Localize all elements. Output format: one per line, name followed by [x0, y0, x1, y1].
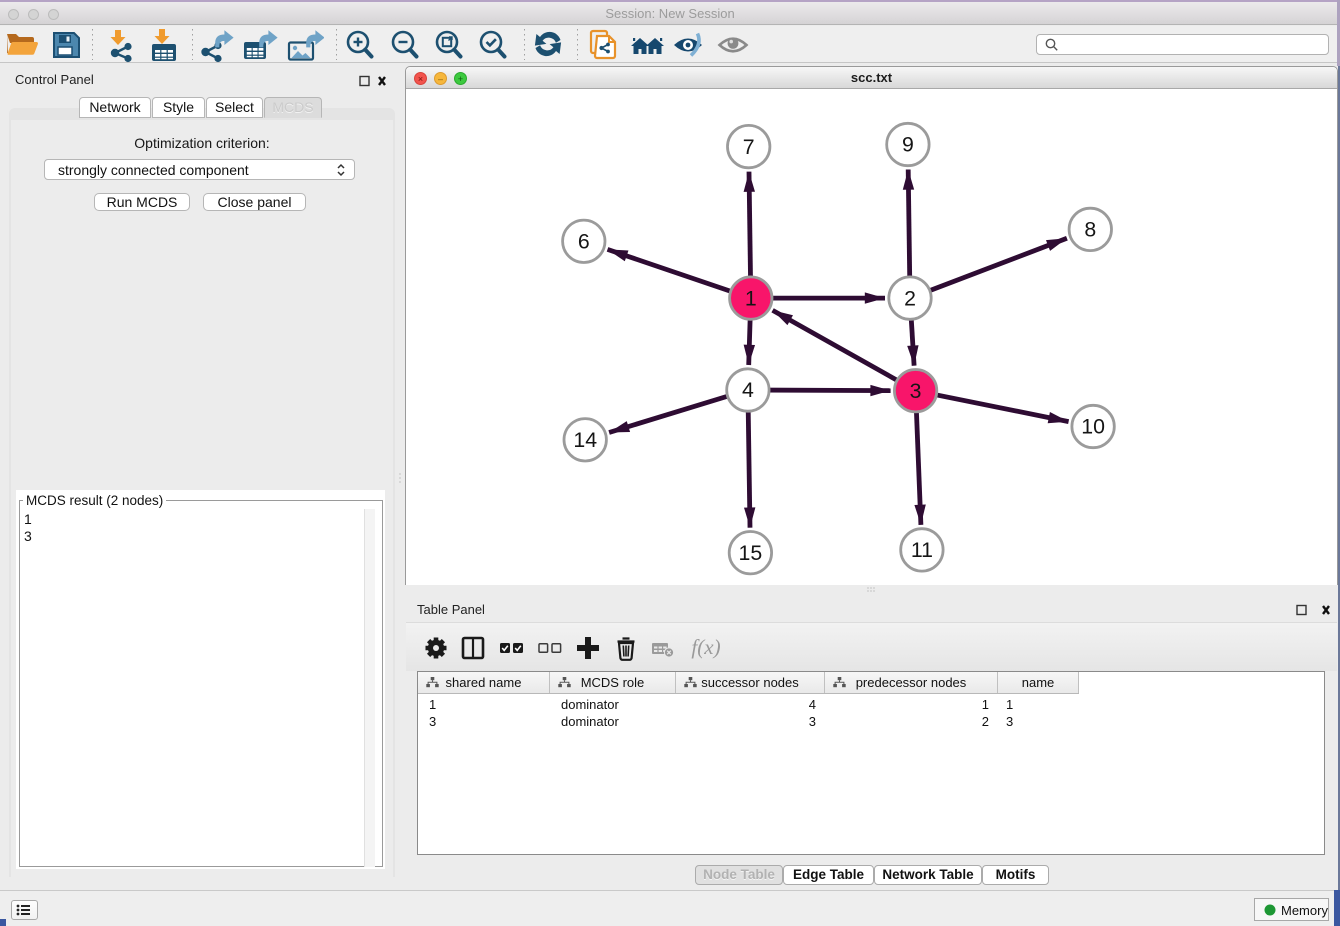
svg-text:1: 1 [745, 286, 757, 310]
svg-text:3: 3 [910, 379, 922, 403]
svg-text:4: 4 [742, 378, 754, 402]
svg-text:11: 11 [911, 538, 933, 562]
svg-text:15: 15 [739, 541, 763, 565]
svg-text:10: 10 [1081, 415, 1105, 439]
svg-text:14: 14 [573, 428, 597, 452]
svg-text:2: 2 [904, 286, 916, 310]
svg-text:8: 8 [1084, 218, 1096, 242]
svg-text:6: 6 [578, 230, 590, 254]
svg-text:9: 9 [902, 133, 914, 157]
svg-text:7: 7 [743, 135, 755, 159]
